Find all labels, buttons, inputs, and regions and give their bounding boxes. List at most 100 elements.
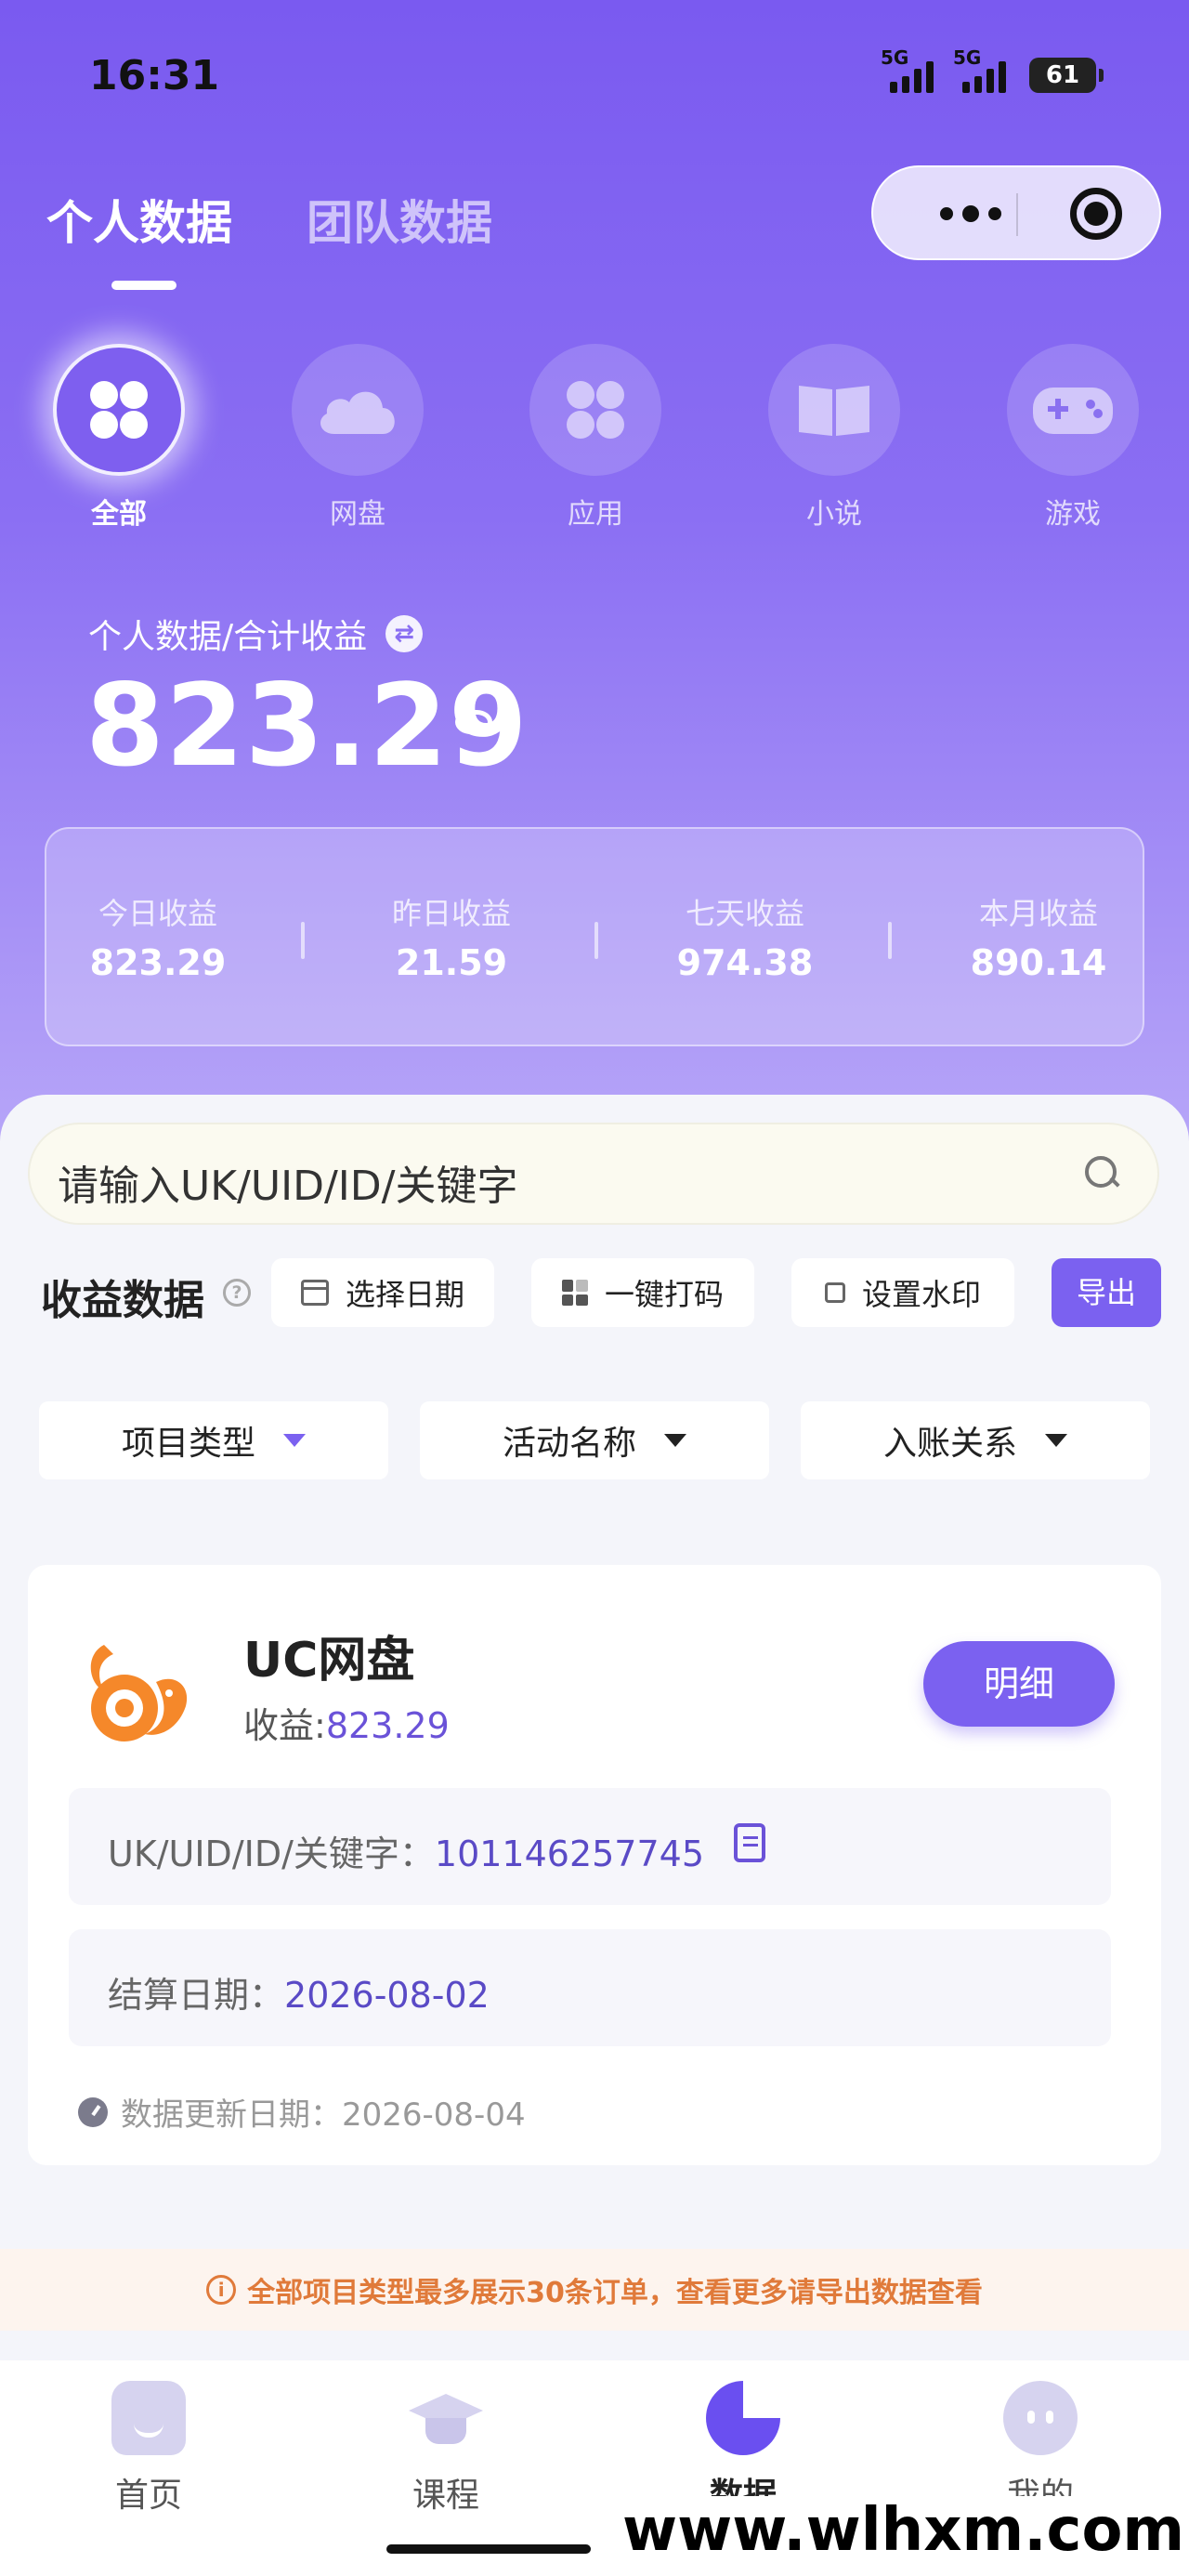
notice-banner: i 全部项目类型最多展示30条订单，查看更多请导出数据查看 bbox=[0, 2249, 1189, 2331]
stat-label: 昨日收益 bbox=[391, 896, 511, 931]
caret-down-icon bbox=[283, 1434, 306, 1447]
earnings-stats-panel: 今日收益 823.29 昨日收益 21.59 七天收益 974.38 本月收益 … bbox=[45, 827, 1144, 1046]
status-bar: 16:31 5G 5G 61 bbox=[0, 0, 1189, 149]
button-label: 设置水印 bbox=[861, 1277, 981, 1312]
search-icon[interactable] bbox=[1083, 1154, 1120, 1191]
category-netdisk[interactable]: 网盘 bbox=[279, 344, 437, 532]
detail-button[interactable]: 明细 bbox=[923, 1641, 1115, 1727]
search-input[interactable]: 请输入UK/UID/ID/关键字 bbox=[28, 1123, 1159, 1225]
category-label: 全部 bbox=[91, 498, 147, 531]
tabbar-home[interactable]: 首页 bbox=[74, 2381, 223, 2517]
stat-value: 823.29 bbox=[89, 942, 227, 983]
tabbar-label: 首页 bbox=[114, 2477, 182, 2515]
summary-label-row: 个人数据/合计收益 ⇄ bbox=[88, 610, 424, 658]
stat-value: 974.38 bbox=[676, 942, 814, 983]
settle-date-row: 结算日期：2026-08-02 bbox=[69, 1929, 1111, 2046]
pie-chart-icon bbox=[706, 2381, 780, 2455]
button-label: 选择日期 bbox=[345, 1277, 464, 1312]
category-apps[interactable]: 应用 bbox=[516, 344, 674, 532]
key-row: UK/UID/ID/关键字：101146257745 bbox=[69, 1788, 1111, 1905]
key-text: UK/UID/ID/关键字：101146257745 bbox=[108, 1825, 704, 1876]
graduation-cap-icon bbox=[409, 2381, 483, 2455]
close-icon[interactable] bbox=[1068, 186, 1124, 242]
copy-icon[interactable] bbox=[734, 1823, 765, 1862]
stat-this-month: 本月收益 890.14 bbox=[918, 890, 1159, 983]
capsule-divider bbox=[1016, 193, 1018, 236]
section-title: 收益数据 bbox=[41, 1277, 204, 1324]
filter-activity-name[interactable]: 活动名称 bbox=[420, 1401, 769, 1479]
help-icon[interactable]: ? bbox=[223, 1279, 251, 1307]
export-button[interactable]: 导出 bbox=[1052, 1258, 1161, 1327]
uc-netdisk-logo bbox=[90, 1645, 188, 1741]
caret-down-icon bbox=[1045, 1434, 1067, 1447]
more-icon[interactable] bbox=[920, 186, 1022, 242]
select-date-button[interactable]: 选择日期 bbox=[271, 1258, 494, 1327]
filter-label: 项目类型 bbox=[121, 1425, 255, 1463]
settle-text: 结算日期：2026-08-02 bbox=[108, 1966, 490, 2017]
info-icon: i bbox=[206, 2275, 237, 2305]
stat-label: 今日收益 bbox=[98, 896, 217, 931]
mask-code-button[interactable]: 一键打码 bbox=[531, 1258, 754, 1327]
category-games[interactable]: 游戏 bbox=[994, 344, 1152, 532]
filter-label: 活动名称 bbox=[502, 1425, 636, 1463]
site-watermark: www.wlhxm.com bbox=[617, 2496, 1189, 2565]
stat-divider bbox=[301, 922, 305, 959]
swap-icon[interactable]: ⇄ bbox=[385, 615, 424, 652]
status-time: 16:31 bbox=[89, 52, 220, 99]
home-icon bbox=[111, 2381, 186, 2455]
cloud-icon bbox=[292, 344, 424, 476]
signal-icon: 5G bbox=[881, 46, 934, 93]
stat-value: 890.14 bbox=[970, 942, 1107, 983]
category-label: 游戏 bbox=[1045, 498, 1101, 531]
record-name: UC网盘 bbox=[243, 1633, 415, 1689]
network-label: 5G bbox=[881, 46, 909, 69]
watermark-icon bbox=[824, 1282, 845, 1303]
filter-project-type[interactable]: 项目类型 bbox=[39, 1401, 388, 1479]
update-date-row: 数据更新日期：2026-08-04 bbox=[78, 2089, 526, 2135]
category-all[interactable]: 全部 bbox=[40, 344, 198, 532]
gamepad-icon bbox=[1007, 344, 1139, 476]
tabbar-courses[interactable]: 课程 bbox=[372, 2381, 520, 2517]
earnings-value: 823.29 bbox=[325, 1705, 450, 1746]
home-indicator bbox=[386, 2544, 591, 2554]
stat-value: 21.59 bbox=[395, 942, 508, 983]
signal-icon: 5G bbox=[953, 46, 1006, 93]
category-label: 小说 bbox=[806, 498, 862, 531]
filter-label: 入账关系 bbox=[882, 1425, 1017, 1463]
miniprogram-capsule bbox=[871, 165, 1161, 260]
summary-label: 个人数据/合计收益 bbox=[88, 618, 368, 656]
apps-icon bbox=[529, 344, 661, 476]
stat-seven-days: 七天收益 974.38 bbox=[624, 890, 866, 983]
tab-personal-data[interactable]: 个人数据 bbox=[46, 186, 232, 290]
top-tabs: 个人数据 团队数据 bbox=[46, 186, 492, 290]
clover-icon bbox=[53, 344, 185, 476]
tab-team-data[interactable]: 团队数据 bbox=[307, 186, 492, 253]
calendar-icon bbox=[300, 1280, 329, 1306]
caret-down-icon bbox=[664, 1434, 686, 1447]
stat-yesterday: 昨日收益 21.59 bbox=[331, 890, 572, 983]
stat-label: 七天收益 bbox=[685, 896, 804, 931]
book-icon bbox=[768, 344, 900, 476]
tabbar-label: 课程 bbox=[412, 2477, 479, 2515]
settle-value: 2026-08-02 bbox=[284, 1975, 490, 2016]
network-label: 5G bbox=[953, 46, 982, 69]
category-row: 全部 网盘 应用 小说 游戏 bbox=[0, 344, 1189, 539]
eye-icon[interactable] bbox=[455, 710, 492, 734]
watermark-button[interactable]: 设置水印 bbox=[791, 1258, 1014, 1327]
category-novel[interactable]: 小说 bbox=[755, 344, 913, 532]
stat-today: 今日收益 823.29 bbox=[37, 890, 279, 983]
profile-icon bbox=[1003, 2381, 1078, 2455]
clock-icon bbox=[78, 2096, 108, 2127]
record-earnings: 收益:823.29 bbox=[243, 1697, 450, 1748]
button-label: 一键打码 bbox=[604, 1277, 724, 1312]
settle-label: 结算日期： bbox=[108, 1975, 285, 2016]
filter-account-relation[interactable]: 入账关系 bbox=[801, 1401, 1150, 1479]
notice-text: 全部项目类型最多展示30条订单，查看更多请导出数据查看 bbox=[247, 2277, 983, 2309]
search-placeholder: 请输入UK/UID/ID/关键字 bbox=[58, 1163, 518, 1210]
key-value: 101146257745 bbox=[434, 1833, 705, 1874]
stat-divider bbox=[594, 922, 598, 959]
grid-icon bbox=[561, 1280, 588, 1306]
category-label: 应用 bbox=[568, 498, 623, 531]
battery-icon: 61 bbox=[1029, 58, 1104, 93]
stat-divider bbox=[888, 922, 892, 959]
